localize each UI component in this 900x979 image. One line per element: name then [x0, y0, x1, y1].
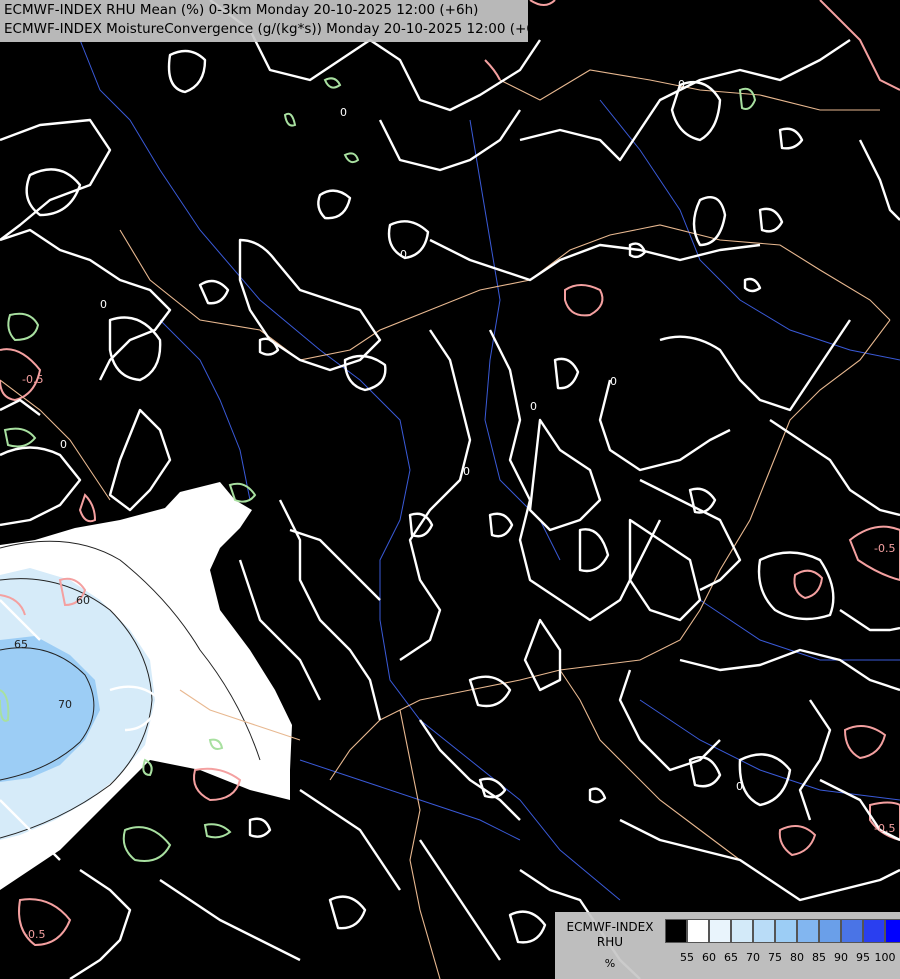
contour-label-zero: 0	[736, 780, 743, 793]
contour-label-zero: 0	[610, 375, 617, 388]
legend-swatch	[885, 919, 900, 943]
legend-tick-label: 80	[790, 951, 804, 964]
legend-swatch	[775, 919, 797, 943]
legend-title-line2: RHU	[596, 935, 624, 949]
legend-swatch	[753, 919, 775, 943]
legend-swatch	[709, 919, 731, 943]
contour-label-zero: 0	[340, 106, 347, 119]
contour-label-neg: -0.5	[874, 542, 895, 555]
contour-label-zero: 0	[530, 400, 537, 413]
contour-label-rhu: 60	[76, 594, 90, 607]
legend-tick-label: 55	[680, 951, 694, 964]
legend-swatch	[797, 919, 819, 943]
contour-label-rhu: 65	[14, 638, 28, 651]
legend-title: ECMWF-INDEX RHU	[555, 920, 665, 950]
legend-tick-label: 100	[874, 951, 896, 964]
legend-swatch	[687, 919, 709, 943]
legend-swatch	[819, 919, 841, 943]
legend-tick-label: 70	[746, 951, 760, 964]
legend-unit: %	[604, 957, 616, 970]
legend-tick-label: 60	[702, 951, 716, 964]
legend-tick-label: 75	[768, 951, 782, 964]
contour-label-zero: 0	[463, 465, 470, 478]
color-legend: ECMWF-INDEX RHU % 55 60 65 70 75 80 85 90 95 100	[555, 912, 900, 979]
map-title-box: ECMWF-INDEX RHU Mean (%) 0-3km Monday 20…	[0, 0, 549, 42]
contour-label-neg: -0.5	[22, 373, 43, 386]
legend-tick-label: 65	[724, 951, 738, 964]
contour-label-neg: -0.5	[24, 928, 45, 941]
legend-swatch	[731, 919, 753, 943]
legend-tick-label: 85	[812, 951, 826, 964]
legend-swatch	[665, 919, 687, 943]
legend-swatch	[863, 919, 885, 943]
legend-ticks: 55 60 65 70 75 80 85 90 95 100	[665, 951, 900, 967]
legend-tick-label: 95	[856, 951, 870, 964]
weather-map: -0.5 -0.5 -0.5 -0.5 60 65 70 0 0 0 0 0 0…	[0, 0, 900, 979]
contour-label-zero: 0	[100, 298, 107, 311]
legend-swatches	[665, 919, 900, 943]
legend-swatch	[841, 919, 863, 943]
contour-label-zero: 0	[678, 78, 685, 91]
contour-label-zero: 0	[400, 248, 407, 261]
map-title-rhu: ECMWF-INDEX RHU Mean (%) 0-3km Monday 20…	[4, 2, 479, 18]
map-title-convergence: ECMWF-INDEX MoistureConvergence (g/(kg*s…	[4, 21, 549, 37]
contour-label-zero: 0	[60, 438, 67, 451]
legend-tick-label: 90	[834, 951, 848, 964]
legend-title-line1: ECMWF-INDEX	[566, 920, 654, 934]
contour-label-neg: -0.5	[874, 822, 895, 835]
contour-label-rhu: 70	[58, 698, 72, 711]
